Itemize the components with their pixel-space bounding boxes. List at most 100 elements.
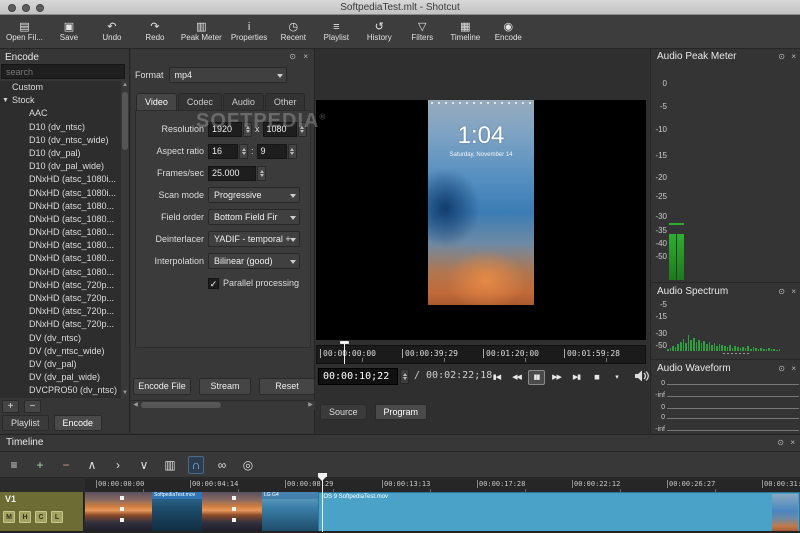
mute-button[interactable]: M (3, 511, 15, 523)
deinterlacer-select[interactable]: YADIF - temporal + (208, 231, 300, 247)
snap-button[interactable]: ∩ (188, 456, 204, 474)
preset-list-item[interactable]: DNxHD (atsc_1080... (0, 200, 121, 213)
float-panel-icon[interactable]: ⊙ (778, 52, 785, 61)
ripple-delete-button[interactable]: − (58, 456, 74, 474)
markers-button[interactable]: ▥ (162, 456, 178, 474)
fps-field[interactable]: 25.000 (208, 166, 256, 181)
scroll-left-icon[interactable]: ◀ (131, 401, 140, 410)
aspect-w-stepper[interactable] (239, 144, 248, 159)
remove-preset-button[interactable]: − (24, 400, 41, 413)
settings-hscrollbar[interactable]: ◀ ▶ (131, 400, 315, 409)
undo-button[interactable]: ↶ Undo (95, 16, 129, 47)
preset-list-item[interactable]: D10 (dv_pal_wide) (0, 160, 121, 173)
tab-audio[interactable]: Audio (223, 93, 264, 110)
hide-button[interactable]: H (19, 511, 31, 523)
preset-list-item[interactable]: D10 (dv_pal) (0, 147, 121, 160)
timeline-clip[interactable]: SoftpediaTest.mov (152, 492, 202, 532)
save-button[interactable]: ▣ Save (52, 16, 86, 47)
timeline-clip-selected[interactable]: iOS 9 SoftpediaTest.mov (318, 492, 800, 532)
preset-list-item[interactable]: DV (dv_pal_wide) (0, 371, 121, 384)
skip-previous-button[interactable]: ▮◀ (488, 370, 505, 385)
preset-list-item[interactable]: DNxHD (atsc_720p... (0, 318, 121, 331)
redo-button[interactable]: ↷ Redo (138, 16, 172, 47)
current-time-stepper[interactable] (400, 369, 409, 384)
preset-list-scrollbar[interactable]: ▲ ▼ (121, 81, 129, 398)
fast-forward-button[interactable]: ▶▶ (548, 370, 565, 385)
scan-mode-select[interactable]: Progressive (208, 187, 300, 203)
expand-caret-icon[interactable]: ▼ (2, 94, 9, 107)
player-time-ruler[interactable]: 00:00:00:00 00:00:39:29 00:01:20:00 00:0… (316, 345, 646, 364)
preset-list-item[interactable]: DNxHD (atsc_1080... (0, 239, 121, 252)
timeline-clip[interactable]: LG G4 (262, 492, 318, 532)
timeline-playhead[interactable] (322, 477, 323, 532)
tab-program[interactable]: Program (375, 404, 428, 420)
recent-button[interactable]: ◷ Recent (276, 16, 310, 47)
history-button[interactable]: ↺ History (362, 16, 396, 47)
interpolation-select[interactable]: Bilinear (good) (208, 253, 300, 269)
tab-other[interactable]: Other (265, 93, 306, 110)
pause-button[interactable]: ▮▮ (528, 370, 545, 385)
current-time-field[interactable]: 00:00:10;22 (318, 368, 398, 385)
preset-list-item[interactable]: DNxHD (atsc_720p... (0, 292, 121, 305)
aspect-h-stepper[interactable] (288, 144, 297, 159)
encode-button[interactable]: ◉ Encode (491, 16, 525, 47)
parallel-processing-checkbox[interactable]: ✓ (208, 278, 219, 289)
encode-file-button[interactable]: Encode File (133, 378, 191, 395)
preset-list-item[interactable]: DNxHD (atsc_1080i... (0, 187, 121, 200)
filters-button[interactable]: ▽ Filters (405, 16, 439, 47)
stop-button[interactable]: ◼ (588, 370, 605, 385)
scrollbar-thumb[interactable] (141, 402, 221, 408)
properties-button[interactable]: i Properties (231, 16, 267, 47)
float-panel-icon[interactable]: ⊙ (778, 364, 785, 373)
tab-playlist[interactable]: Playlist (2, 415, 49, 431)
aspect-h-field[interactable]: 9 (257, 144, 287, 159)
volume-icon[interactable] (634, 369, 650, 383)
preset-list-item[interactable]: DV (dv_ntsc_wide) (0, 345, 121, 358)
preset-list-item[interactable]: DNxHD (atsc_1080... (0, 252, 121, 265)
preset-list-item[interactable]: DNxHD (atsc_1080i... (0, 173, 121, 186)
preset-list-item[interactable]: DNxHD (atsc_720p... (0, 305, 121, 318)
timeline-clip[interactable] (202, 492, 262, 532)
split-button[interactable]: ∨ (136, 456, 152, 474)
tab-encode[interactable]: Encode (54, 415, 103, 431)
scroll-up-icon[interactable]: ▲ (121, 81, 129, 90)
preset-list-item[interactable]: DNxHD (atsc_720p... (0, 279, 121, 292)
preset-list-item[interactable]: D10 (dv_ntsc_wide) (0, 134, 121, 147)
preset-list-item[interactable]: DV (dv_pal) (0, 358, 121, 371)
playlist-button[interactable]: ≡ Playlist (319, 16, 353, 47)
scrub-button[interactable]: ∞ (214, 456, 230, 474)
preset-list-item[interactable]: ▼ Stock (0, 94, 121, 107)
fps-stepper[interactable] (257, 166, 266, 181)
peak-meter-button[interactable]: ▥ Peak Meter (181, 16, 222, 47)
stop-menu-caret[interactable]: ▾ (608, 370, 625, 385)
tab-video[interactable]: Video (136, 93, 177, 110)
preset-list-item[interactable]: DV (dv_ntsc) (0, 332, 121, 345)
preset-search-input[interactable] (1, 64, 125, 79)
float-panel-icon[interactable]: ⊙ (777, 438, 784, 447)
float-panel-icon[interactable]: ⊙ (778, 287, 785, 296)
timeline-menu-button[interactable]: ≡ (6, 456, 22, 474)
scrollbar-thumb[interactable] (122, 92, 128, 150)
lock-button[interactable]: L (51, 511, 63, 523)
preset-list-item[interactable]: DNxHD (atsc_1080... (0, 226, 121, 239)
aspect-w-field[interactable]: 16 (208, 144, 238, 159)
close-panel-icon[interactable]: × (790, 438, 795, 447)
float-panel-icon[interactable]: ⊙ (289, 52, 296, 61)
track-header-v1[interactable]: V1 M H C L (0, 492, 84, 532)
player-playhead[interactable] (344, 343, 345, 364)
open-file-button[interactable]: ▤ Open Fil... (6, 16, 43, 47)
stream-button[interactable]: Stream (199, 378, 251, 395)
scroll-right-icon[interactable]: ▶ (306, 401, 315, 410)
zoom-fit-button[interactable]: ◎ (240, 456, 256, 474)
video-preview[interactable]: 1:04 Saturday, November 14 (316, 100, 646, 340)
preset-list-item[interactable]: DNxHD (atsc_1080... (0, 266, 121, 279)
preset-list-item[interactable]: Custom (0, 81, 121, 94)
preset-list-item[interactable]: AAC (0, 107, 121, 120)
rewind-button[interactable]: ◀◀ (508, 370, 525, 385)
overwrite-button[interactable]: › (110, 456, 126, 474)
timeline-button[interactable]: ▦ Timeline (448, 16, 482, 47)
preset-list-item[interactable]: D10 (dv_ntsc) (0, 121, 121, 134)
append-button[interactable]: + (32, 456, 48, 474)
composite-button[interactable]: C (35, 511, 47, 523)
close-panel-icon[interactable]: × (303, 52, 308, 61)
